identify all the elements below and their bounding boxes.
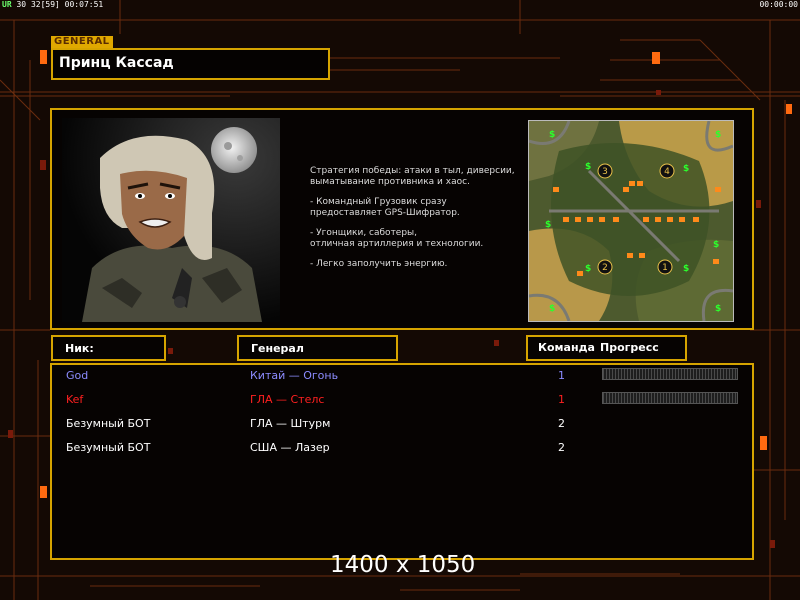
player-row[interactable]: God Китай — Огонь 1 xyxy=(52,365,752,387)
minimap-image: 3 4 2 1 $ $ $ $ $ $ $ $ $ $ xyxy=(529,121,733,321)
column-header-progress-label: Прогресс xyxy=(600,341,659,354)
column-header-general: Генерал xyxy=(237,335,398,361)
money-icon: $ xyxy=(549,130,555,140)
resolution-watermark: 1400 x 1050 xyxy=(330,552,476,578)
map-start-label: 4 xyxy=(664,167,670,177)
player-team: 1 xyxy=(558,369,565,382)
general-tag: GENERAL xyxy=(51,36,113,48)
hud-stat-b: 30 xyxy=(16,0,27,9)
general-info-panel: Стратегия победы: атаки в тыл, диверсии,… xyxy=(50,108,754,330)
description-line: Стратегия победы: атаки в тыл, диверсии,… xyxy=(310,166,515,187)
player-nick: Безумный БОТ xyxy=(66,441,151,454)
general-portrait xyxy=(62,118,280,322)
player-row[interactable]: Безумный БОТ США — Лазер 2 xyxy=(52,437,752,459)
money-icon: $ xyxy=(683,264,689,274)
money-icon: $ xyxy=(715,304,721,314)
portrait-image xyxy=(62,118,280,322)
general-title-box: Принц Кассад xyxy=(51,48,330,80)
player-general: Китай — Огонь xyxy=(250,369,339,382)
hud-clock: 00:00:00 xyxy=(759,0,798,9)
player-general: США — Лазер xyxy=(250,441,330,454)
column-header-nick-label: Ник: xyxy=(65,342,94,355)
minimap: 3 4 2 1 $ $ $ $ $ $ $ $ $ $ xyxy=(528,120,734,322)
money-icon: $ xyxy=(713,240,719,250)
money-icon: $ xyxy=(585,264,591,274)
player-progress-bar xyxy=(602,392,738,404)
moon-icon xyxy=(211,127,257,173)
map-start-label: 3 xyxy=(602,167,608,177)
description-line: - Легко заполучить энергию. xyxy=(310,259,448,269)
money-icon: $ xyxy=(585,162,591,172)
player-list: God Китай — Огонь 1 Kef ГЛА — Стелс 1 Бе… xyxy=(50,363,754,560)
money-icon: $ xyxy=(545,220,551,230)
player-team: 1 xyxy=(558,393,565,406)
general-description: Стратегия победы: атаки в тыл, диверсии,… xyxy=(310,166,520,279)
description-line: - Командный Грузовик сразу предоставляет… xyxy=(310,197,460,218)
player-row[interactable]: Безумный БОТ ГЛА — Штурм 2 xyxy=(52,413,752,435)
player-team: 2 xyxy=(558,441,565,454)
player-general: ГЛА — Стелс xyxy=(250,393,325,406)
money-icon: $ xyxy=(683,164,689,174)
player-nick: Kef xyxy=(66,393,84,406)
player-progress-bar xyxy=(602,368,738,380)
hud-stat-a: UR xyxy=(2,0,12,9)
column-header-team-progress: Команда Прогресс xyxy=(526,335,687,361)
player-nick: Безумный БОТ xyxy=(66,417,151,430)
column-header-general-label: Генерал xyxy=(251,342,304,355)
player-nick: God xyxy=(66,369,89,382)
column-header-nick: Ник: xyxy=(51,335,166,361)
column-header-team-label: Команда xyxy=(538,341,595,354)
player-row[interactable]: Kef ГЛА — Стелс 1 xyxy=(52,389,752,411)
hud-stat-c: 32[59] xyxy=(30,0,60,9)
money-icon: $ xyxy=(715,130,721,140)
player-general: ГЛА — Штурм xyxy=(250,417,331,430)
hud-stats: UR 30 32[59] 00:07:51 xyxy=(2,0,103,9)
map-start-label: 2 xyxy=(602,263,608,273)
description-line: - Угонщики, саботеры, отличная артиллери… xyxy=(310,228,484,249)
money-icon: $ xyxy=(549,304,555,314)
hud-timer: 00:07:51 xyxy=(64,0,104,9)
player-team: 2 xyxy=(558,417,565,430)
general-name: Принц Кассад xyxy=(59,55,174,71)
map-start-label: 1 xyxy=(662,263,668,273)
